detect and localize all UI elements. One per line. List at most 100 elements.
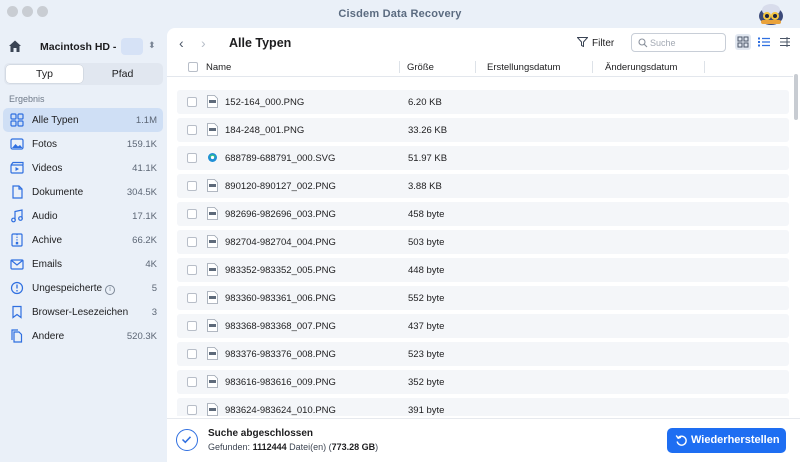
table-row[interactable]: 982704-982704_004.PNG 503 byte <box>177 230 789 254</box>
column-divider[interactable] <box>592 61 593 73</box>
sidebar-item-count: 41.1K <box>132 163 157 174</box>
checkmark-glyph <box>181 436 192 444</box>
tab-typ[interactable]: Typ <box>6 65 83 83</box>
row-checkbox[interactable] <box>187 153 197 163</box>
sidebar-item-label-text: Ungespeicherte <box>32 283 103 294</box>
search-input[interactable] <box>650 36 722 49</box>
row-checkbox[interactable] <box>187 377 197 387</box>
category-list: Alle Typen 1.1M Fotos 159.1K Videos 41.1… <box>3 108 163 348</box>
sidebar-item-audio[interactable]: Audio 17.1K <box>3 204 163 228</box>
column-header-created[interactable]: Erstellungsdatum <box>487 62 560 73</box>
file-size: 523 byte <box>408 349 445 360</box>
file-name: 688789-688791_000.SVG <box>225 153 336 164</box>
home-icon[interactable] <box>8 39 22 53</box>
table-row[interactable]: 983376-983376_008.PNG 523 byte <box>177 342 789 366</box>
recover-button[interactable]: Wiederherstellen <box>667 428 786 453</box>
tab-pfad[interactable]: Pfad <box>84 65 161 83</box>
table-row[interactable]: 983360-983361_006.PNG 552 byte <box>177 286 789 310</box>
sidebar-item-label: Browser-Lesezeichen <box>32 307 129 318</box>
back-chevron-icon[interactable]: ‹ <box>179 35 184 51</box>
sidebar-item-fotos[interactable]: Fotos 159.1K <box>3 132 163 156</box>
column-view-icon <box>780 37 790 47</box>
table-row[interactable]: 890120-890127_002.PNG 3.88 KB <box>177 174 789 198</box>
filter-button[interactable]: Filter <box>577 37 614 49</box>
row-checkbox[interactable] <box>187 293 197 303</box>
chevron-up-down-icon[interactable]: ⬍ <box>148 40 156 51</box>
forward-chevron-icon[interactable]: › <box>201 35 206 51</box>
sidebar-item-count: 304.5K <box>126 187 157 198</box>
svg-file-icon <box>208 153 217 162</box>
sidebar-item-ungespeicherte[interactable]: Ungespeicherte i 5 <box>3 276 163 300</box>
table-row[interactable]: 152-164_000.PNG 6.20 KB <box>177 90 789 114</box>
document-icon <box>12 185 23 199</box>
sidebar-item-achive[interactable]: Achive 66.2K <box>3 228 163 252</box>
column-header-modified[interactable]: Änderungsdatum <box>605 62 677 73</box>
column-divider[interactable] <box>475 61 476 73</box>
list-view-button[interactable] <box>756 34 772 50</box>
png-file-icon <box>207 235 218 248</box>
file-name: 983352-983352_005.PNG <box>225 265 336 276</box>
photo-icon <box>10 138 24 150</box>
sidebar-item-alle-typen[interactable]: Alle Typen 1.1M <box>3 108 163 132</box>
sidebar-item-browser-lesezeichen[interactable]: Browser-Lesezeichen 3 <box>3 300 163 324</box>
file-name: 983376-983376_008.PNG <box>225 349 336 360</box>
result-section-label: Ergebnis <box>9 94 45 104</box>
page-title: Alle Typen <box>229 36 292 50</box>
row-checkbox[interactable] <box>187 321 197 331</box>
sidebar-item-emails[interactable]: Emails 4K <box>3 252 163 276</box>
sidebar-item-label: Fotos <box>32 139 58 150</box>
row-checkbox[interactable] <box>187 237 197 247</box>
file-size: 33.26 KB <box>408 125 448 136</box>
sidebar: Macintosh HD - ⬍ Typ Pfad Ergebnis Alle … <box>0 28 167 462</box>
select-all-checkbox[interactable] <box>188 62 198 72</box>
bookmark-icon <box>12 305 22 319</box>
sidebar-item-count: 520.3K <box>126 331 157 342</box>
file-name: 890120-890127_002.PNG <box>225 181 336 192</box>
row-checkbox[interactable] <box>187 97 197 107</box>
sidebar-item-label: Audio <box>32 211 58 222</box>
column-divider[interactable] <box>399 61 400 73</box>
window-title: Cisdem Data Recovery <box>338 8 462 20</box>
grid-view-button[interactable] <box>735 34 751 50</box>
row-checkbox[interactable] <box>187 349 197 359</box>
file-size: 352 byte <box>408 377 445 388</box>
disk-selector[interactable]: Macintosh HD - ⬍ <box>6 38 161 56</box>
sidebar-item-label: Achive <box>32 235 63 246</box>
info-icon[interactable]: i <box>105 285 116 295</box>
sidebar-item-andere[interactable]: Andere 520.3K <box>3 324 163 348</box>
column-divider[interactable] <box>704 61 705 73</box>
checkmark-icon <box>176 429 198 451</box>
sidebar-item-count: 17.1K <box>132 211 157 222</box>
found-size: 773.28 GB <box>331 442 376 452</box>
row-checkbox[interactable] <box>187 405 197 415</box>
file-name: 184-248_001.PNG <box>225 125 305 136</box>
music-icon <box>11 209 23 223</box>
table-row[interactable]: 983616-983616_009.PNG 352 byte <box>177 370 789 394</box>
file-size: 448 byte <box>408 265 445 276</box>
table-row[interactable]: 983624-983624_010.PNG 391 byte <box>177 398 789 416</box>
row-checkbox[interactable] <box>187 181 197 191</box>
table-row[interactable]: 983352-983352_005.PNG 448 byte <box>177 258 789 282</box>
column-view-button[interactable] <box>777 34 793 50</box>
column-header-name[interactable]: Name <box>206 62 231 73</box>
sidebar-item-count: 1.1M <box>135 115 157 126</box>
restore-icon <box>675 435 687 446</box>
sidebar-item-dokumente[interactable]: Dokumente 304.5K <box>3 180 163 204</box>
sidebar-item-label: Dokumente <box>32 187 84 198</box>
sidebar-item-count: 159.1K <box>126 139 157 150</box>
row-checkbox[interactable] <box>187 125 197 135</box>
table-row[interactable]: 688789-688791_000.SVG 51.97 KB <box>177 146 789 170</box>
file-size: 391 byte <box>408 405 445 416</box>
sidebar-item-videos[interactable]: Videos 41.1K <box>3 156 163 180</box>
row-checkbox[interactable] <box>187 265 197 275</box>
table-header: Name Größe Erstellungsdatum Änderungsdat… <box>167 58 793 77</box>
toolbar: ‹ › Alle Typen Filter <box>167 28 800 58</box>
row-checkbox[interactable] <box>187 209 197 219</box>
table-row[interactable]: 184-248_001.PNG 33.26 KB <box>177 118 789 142</box>
column-header-size[interactable]: Größe <box>407 62 434 73</box>
png-file-icon <box>207 207 218 220</box>
vertical-scrollbar[interactable] <box>794 74 798 120</box>
video-icon <box>10 161 24 174</box>
table-row[interactable]: 982696-982696_003.PNG 458 byte <box>177 202 789 226</box>
table-row[interactable]: 983368-983368_007.PNG 437 byte <box>177 314 789 338</box>
